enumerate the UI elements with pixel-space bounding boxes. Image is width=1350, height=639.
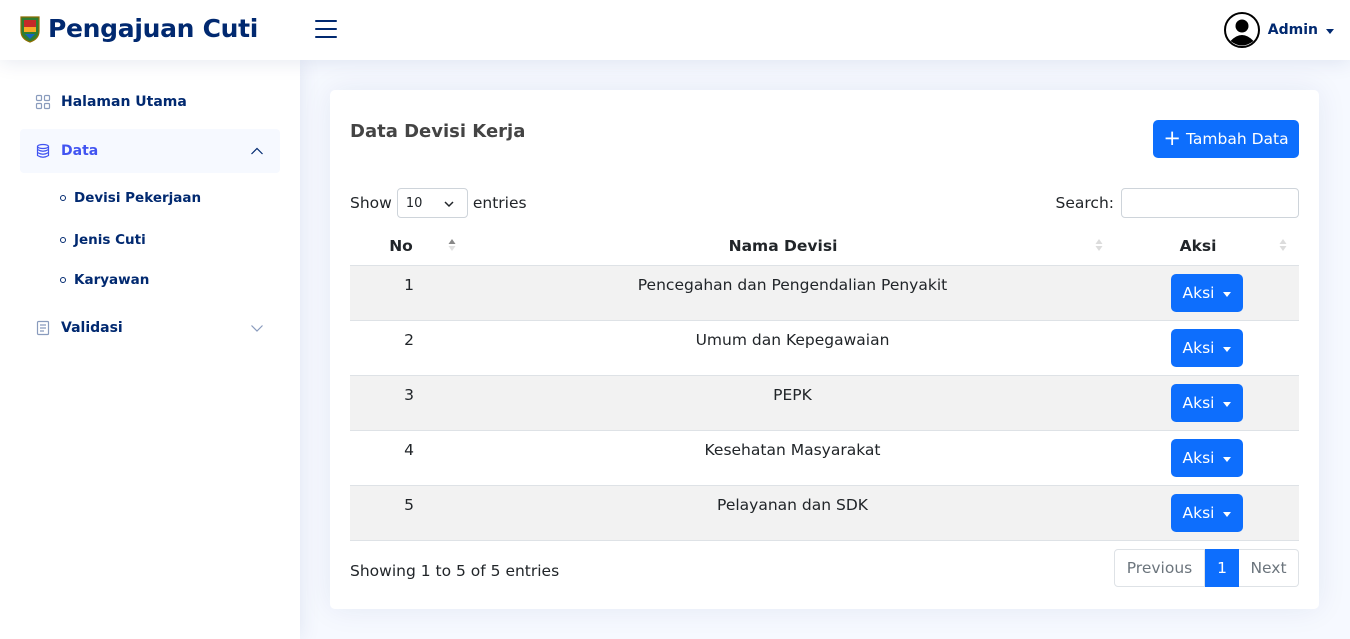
entries-select-value: 10 — [405, 195, 423, 211]
cell-nama-devisi: Pencegahan dan Pengendalian Penyakit — [637, 276, 948, 294]
pagination: Previous 1 Next — [1114, 549, 1299, 587]
hamburger-menu-icon[interactable] — [315, 20, 337, 40]
sort-icon — [1095, 239, 1103, 251]
sidebar-subitem-devisi-pekerjaan[interactable]: Devisi Pekerjaan — [60, 188, 201, 208]
caret-down-icon — [1326, 28, 1334, 34]
journal-icon — [36, 320, 50, 336]
sidebar-item-label: Halaman Utama — [61, 94, 187, 110]
sidebar: Halaman Utama Data Devisi Pekerjaan Jeni… — [0, 60, 300, 639]
table-row: 4 Kesehatan Masyarakat Aksi — [350, 431, 1299, 486]
data-card: Data Devisi Kerja + Tambah Data Show 10 … — [330, 90, 1319, 609]
add-data-label: Tambah Data — [1186, 130, 1289, 148]
cell-nama-devisi: Umum dan Kepegawaian — [695, 331, 890, 349]
caret-down-icon — [1223, 291, 1232, 297]
sidebar-item-label: Validasi — [61, 320, 123, 336]
sidebar-item-label: Data — [61, 143, 99, 159]
show-label: Show — [350, 194, 392, 212]
cell-nama-devisi: PEPK — [773, 386, 812, 404]
card-title: Data Devisi Kerja — [350, 121, 526, 142]
entries-length-control: Show 10 entries — [350, 188, 527, 218]
top-header: Pengajuan Cuti Admin — [0, 0, 1350, 60]
table-row: 5 Pelayanan dan SDK Aksi — [350, 486, 1299, 541]
table-info: Showing 1 to 5 of 5 entries — [350, 562, 560, 580]
user-avatar-icon — [1223, 12, 1260, 48]
crest-logo-icon — [20, 15, 40, 43]
column-header-nama-devisi[interactable]: Nama Devisi — [468, 226, 1098, 266]
devisi-table: No Nama Devisi Aksi 1 Pencegahan dan Pen… — [350, 226, 1299, 541]
profile-menu[interactable]: Admin — [1223, 12, 1334, 48]
aksi-dropdown-button[interactable]: Aksi — [1171, 384, 1243, 422]
pagination-page-1[interactable]: 1 — [1205, 549, 1239, 587]
cell-no: 5 — [404, 496, 414, 514]
aksi-dropdown-button[interactable]: Aksi — [1171, 439, 1243, 477]
circle-icon — [60, 277, 66, 283]
chevron-down-icon — [444, 201, 454, 208]
sidebar-subitem-label: Devisi Pekerjaan — [74, 190, 202, 206]
database-icon — [36, 143, 50, 158]
table-row: 2 Umum dan Kepegawaian Aksi — [350, 321, 1299, 376]
aksi-dropdown-button[interactable]: Aksi — [1171, 494, 1243, 532]
caret-down-icon — [1223, 456, 1232, 462]
search-control: Search: — [1056, 188, 1299, 218]
caret-down-icon — [1223, 346, 1232, 352]
entries-select[interactable]: 10 — [396, 188, 468, 218]
profile-name: Admin — [1267, 22, 1318, 38]
column-header-aksi[interactable]: Aksi — [1117, 226, 1279, 266]
circle-icon — [60, 195, 66, 201]
add-data-button[interactable]: + Tambah Data — [1153, 120, 1299, 158]
pagination-previous[interactable]: Previous — [1114, 549, 1205, 587]
circle-icon — [60, 237, 66, 243]
sidebar-item-validasi[interactable]: Validasi — [20, 306, 280, 350]
cell-no: 3 — [404, 386, 414, 404]
aksi-dropdown-button[interactable]: Aksi — [1171, 329, 1243, 367]
cell-nama-devisi: Kesehatan Masyarakat — [704, 441, 881, 459]
grid-icon — [35, 94, 51, 110]
sidebar-item-halaman-utama[interactable]: Halaman Utama — [20, 80, 280, 124]
sidebar-subitem-jenis-cuti[interactable]: Jenis Cuti — [60, 230, 146, 250]
cell-no: 4 — [404, 441, 414, 459]
chevron-down-icon — [251, 325, 263, 332]
column-header-no[interactable]: No — [350, 226, 452, 266]
cell-no: 1 — [404, 276, 414, 294]
search-input[interactable] — [1121, 188, 1299, 218]
chevron-up-icon — [251, 147, 263, 155]
app-logo[interactable]: Pengajuan Cuti — [20, 14, 258, 43]
sidebar-subitem-label: Karyawan — [74, 272, 150, 288]
sort-icon — [1279, 239, 1287, 251]
search-label: Search: — [1055, 194, 1114, 212]
aksi-dropdown-button[interactable]: Aksi — [1171, 274, 1243, 312]
app-title: Pengajuan Cuti — [48, 14, 259, 43]
sidebar-subitem-label: Jenis Cuti — [74, 232, 146, 248]
sidebar-item-data[interactable]: Data — [20, 129, 280, 173]
pagination-next[interactable]: Next — [1239, 549, 1299, 587]
table-header: No Nama Devisi Aksi — [350, 226, 1299, 266]
caret-down-icon — [1223, 511, 1232, 517]
plus-icon: + — [1163, 125, 1181, 150]
sidebar-subitem-karyawan[interactable]: Karyawan — [60, 270, 149, 290]
table-row: 1 Pencegahan dan Pengendalian Penyakit A… — [350, 266, 1299, 321]
caret-down-icon — [1223, 401, 1232, 407]
cell-no: 2 — [404, 331, 414, 349]
cell-nama-devisi: Pelayanan dan SDK — [717, 496, 868, 514]
table-row: 3 PEPK Aksi — [350, 376, 1299, 431]
sort-asc-icon — [448, 239, 456, 251]
entries-label: entries — [472, 194, 527, 212]
